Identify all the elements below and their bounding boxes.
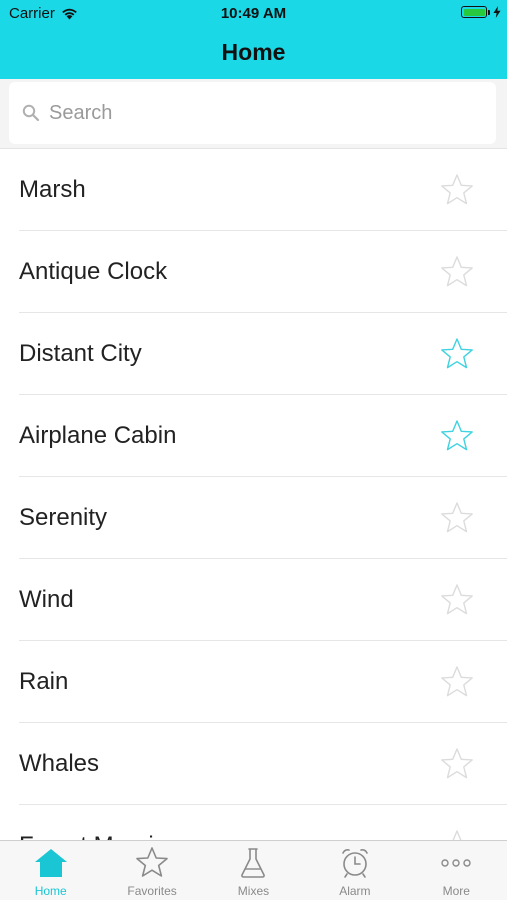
list-item[interactable]: Airplane Cabin <box>19 395 507 477</box>
flask-icon <box>241 848 266 878</box>
tab-label: More <box>442 884 470 898</box>
list-item[interactable]: Rain <box>19 641 507 723</box>
list-item[interactable]: Antique Clock <box>19 231 507 313</box>
search-field[interactable] <box>9 82 496 144</box>
page-title: Home <box>221 39 286 65</box>
status-bar: Carrier 10:49 AM <box>0 0 507 28</box>
home-icon <box>34 849 67 877</box>
battery-icon <box>461 6 487 18</box>
list-item[interactable]: Wind <box>19 559 507 641</box>
top-bar: Carrier 10:49 AM Home <box>0 0 507 79</box>
battery-tip <box>488 9 490 15</box>
star-icon <box>136 847 168 877</box>
favorite-star-icon[interactable] <box>440 583 474 617</box>
sound-name: Airplane Cabin <box>19 422 177 449</box>
favorite-star-icon[interactable] <box>440 501 474 535</box>
battery-fill <box>463 8 485 16</box>
list-item[interactable]: Marsh <box>19 149 507 231</box>
status-time: 10:49 AM <box>220 5 287 22</box>
sound-name: Marsh <box>19 176 86 203</box>
tab-label: Home <box>34 884 67 898</box>
favorite-star-icon[interactable] <box>440 747 474 781</box>
tab-label: Alarm <box>339 884 371 898</box>
battery-indicator <box>461 6 501 18</box>
tab-alarm[interactable]: Alarm <box>304 841 405 901</box>
sound-list: Marsh Antique Clock Distant City Airplan… <box>0 148 507 841</box>
favorite-star-icon[interactable] <box>440 665 474 699</box>
list-item[interactable]: Whales <box>19 723 507 805</box>
sound-name: Whales <box>19 750 100 777</box>
tab-bar: Home Favorites Mixes Alarm More <box>0 840 507 900</box>
favorite-star-icon[interactable] <box>440 419 474 453</box>
search-bar <box>0 79 507 148</box>
tab-home[interactable]: Home <box>0 841 101 901</box>
sound-name: Distant City <box>19 340 142 367</box>
tab-label: Mixes <box>237 884 270 898</box>
favorite-star-icon[interactable] <box>440 337 474 371</box>
list-item[interactable]: Serenity <box>19 477 507 559</box>
favorite-star-icon[interactable] <box>440 173 474 207</box>
tab-label: Favorites <box>127 884 177 898</box>
sound-name: Wind <box>19 586 74 613</box>
sound-name: Serenity <box>19 504 108 531</box>
search-icon <box>22 104 40 122</box>
tab-more[interactable]: More <box>406 841 507 901</box>
list-item[interactable]: Forest Morning <box>19 805 507 841</box>
favorite-star-icon[interactable] <box>440 255 474 289</box>
alarm-clock-icon <box>342 849 368 878</box>
more-dots-icon <box>441 859 471 867</box>
sound-name: Antique Clock <box>19 258 168 285</box>
sound-name: Rain <box>19 668 69 695</box>
tab-favorites[interactable]: Favorites <box>101 841 202 901</box>
tab-mixes[interactable]: Mixes <box>203 841 304 901</box>
list-item[interactable]: Distant City <box>19 313 507 395</box>
search-input[interactable] <box>47 100 471 126</box>
charging-bolt-icon <box>493 6 501 18</box>
